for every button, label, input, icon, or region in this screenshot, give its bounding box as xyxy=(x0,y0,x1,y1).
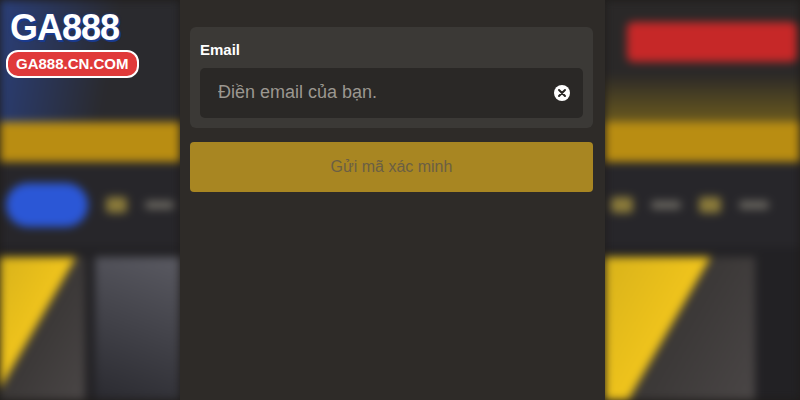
email-panel: Email Gửi mã xác minh xyxy=(180,0,605,400)
clear-icon[interactable] xyxy=(553,84,571,102)
send-code-button[interactable]: Gửi mã xác minh xyxy=(190,142,593,192)
logo-name: GA888 xyxy=(6,8,123,48)
email-card: Email xyxy=(190,27,593,128)
logo-domain: GA888.CN.COM xyxy=(6,50,139,78)
logo[interactable]: GA888 GA888.CN.COM xyxy=(6,8,139,78)
email-field xyxy=(200,68,583,118)
email-label: Email xyxy=(200,39,583,62)
send-code-label: Gửi mã xác minh xyxy=(331,158,453,175)
email-input[interactable] xyxy=(218,69,545,116)
background-right xyxy=(605,0,800,400)
